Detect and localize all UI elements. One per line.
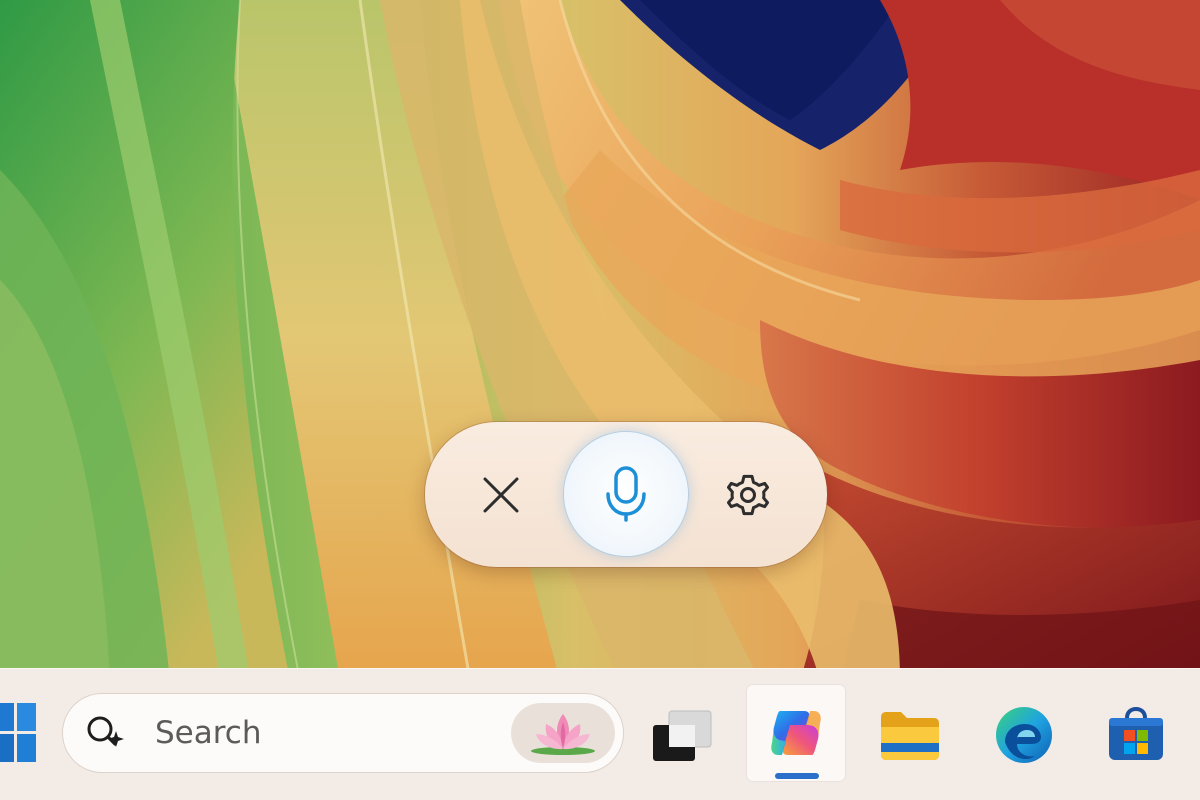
microphone-button[interactable] [564,432,688,556]
file-explorer-button[interactable] [868,697,952,773]
windows-logo-icon [0,703,36,762]
close-icon [483,477,519,513]
search-placeholder: Search [155,715,262,751]
close-button[interactable] [465,459,537,531]
microphone-icon [606,466,646,522]
start-button[interactable] [0,701,36,765]
store-icon [1109,706,1163,760]
task-view-button[interactable] [640,697,724,773]
desktop: Search [0,0,1200,800]
copilot-icon [771,711,821,755]
edge-icon [996,707,1052,763]
copilot-search-icon [83,711,127,755]
copilot-button[interactable] [747,685,845,781]
voice-access-bar [425,422,827,567]
search-box[interactable]: Search [62,693,624,773]
settings-button[interactable] [712,459,784,531]
active-app-indicator [775,773,819,779]
edge-button[interactable] [982,697,1066,773]
task-view-icon [653,710,712,761]
folder-icon [881,712,939,760]
microsoft-store-button[interactable] [1094,697,1178,773]
gear-icon [727,474,769,516]
search-highlight[interactable] [511,703,615,763]
lotus-icon [531,714,595,755]
taskbar: Search [0,668,1200,800]
